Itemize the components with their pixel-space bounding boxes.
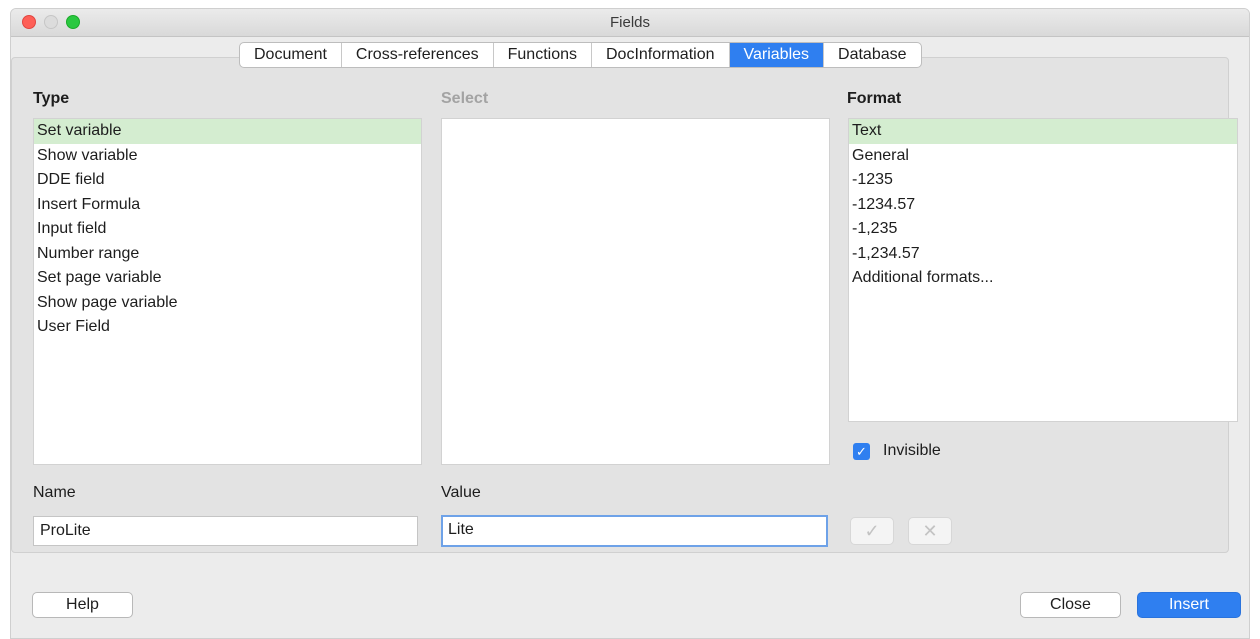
- list-item[interactable]: Show page variable: [34, 291, 421, 316]
- type-list[interactable]: Set variable Show variable DDE field Ins…: [33, 118, 422, 465]
- close-icon: ✕: [922, 521, 938, 541]
- list-item[interactable]: Text: [849, 119, 1237, 144]
- checkmark-icon: ✓: [864, 521, 880, 541]
- tab-cross-references[interactable]: Cross-references: [342, 43, 494, 67]
- tab-bar: Document Cross-references Functions DocI…: [239, 42, 922, 68]
- list-item[interactable]: Set variable: [34, 119, 421, 144]
- list-item[interactable]: Set page variable: [34, 266, 421, 291]
- list-item[interactable]: -1234.57: [849, 193, 1237, 218]
- name-label: Name: [33, 484, 76, 501]
- list-item[interactable]: -1235: [849, 168, 1237, 193]
- format-list[interactable]: Text General -1235 -1234.57 -1,235 -1,23…: [848, 118, 1238, 422]
- tab-docinformation[interactable]: DocInformation: [592, 43, 730, 67]
- tab-functions[interactable]: Functions: [494, 43, 592, 67]
- list-item[interactable]: Input field: [34, 217, 421, 242]
- delete-button[interactable]: ✕: [908, 517, 952, 545]
- tab-document[interactable]: Document: [240, 43, 342, 67]
- invisible-checkbox[interactable]: ✓: [853, 442, 870, 460]
- list-item[interactable]: -1,235: [849, 217, 1237, 242]
- list-item[interactable]: Insert Formula: [34, 193, 421, 218]
- list-item[interactable]: General: [849, 144, 1237, 169]
- list-item[interactable]: Show variable: [34, 144, 421, 169]
- value-field[interactable]: Lite: [441, 515, 828, 547]
- type-label: Type: [33, 90, 70, 107]
- list-item[interactable]: Additional formats...: [849, 266, 1237, 291]
- insert-button[interactable]: Insert: [1137, 592, 1241, 618]
- name-field[interactable]: ProLite: [33, 516, 418, 546]
- list-item[interactable]: -1,234.57: [849, 242, 1237, 267]
- tab-variables[interactable]: Variables: [729, 43, 825, 67]
- title-bar: Fields: [11, 9, 1249, 37]
- help-button[interactable]: Help: [32, 592, 133, 618]
- format-label: Format: [847, 90, 902, 107]
- window-title: Fields: [609, 14, 650, 31]
- invisible-option[interactable]: ✓ Invisible: [853, 442, 941, 460]
- list-item[interactable]: User Field: [34, 315, 421, 340]
- value-label: Value: [441, 484, 481, 501]
- list-item[interactable]: Number range: [34, 242, 421, 267]
- select-list[interactable]: [441, 118, 830, 465]
- list-item[interactable]: DDE field: [34, 168, 421, 193]
- invisible-label: Invisible: [883, 442, 941, 459]
- select-label: Select: [441, 90, 489, 107]
- close-button[interactable]: Close: [1020, 592, 1121, 618]
- apply-button[interactable]: ✓: [850, 517, 894, 545]
- tab-database[interactable]: Database: [824, 43, 921, 67]
